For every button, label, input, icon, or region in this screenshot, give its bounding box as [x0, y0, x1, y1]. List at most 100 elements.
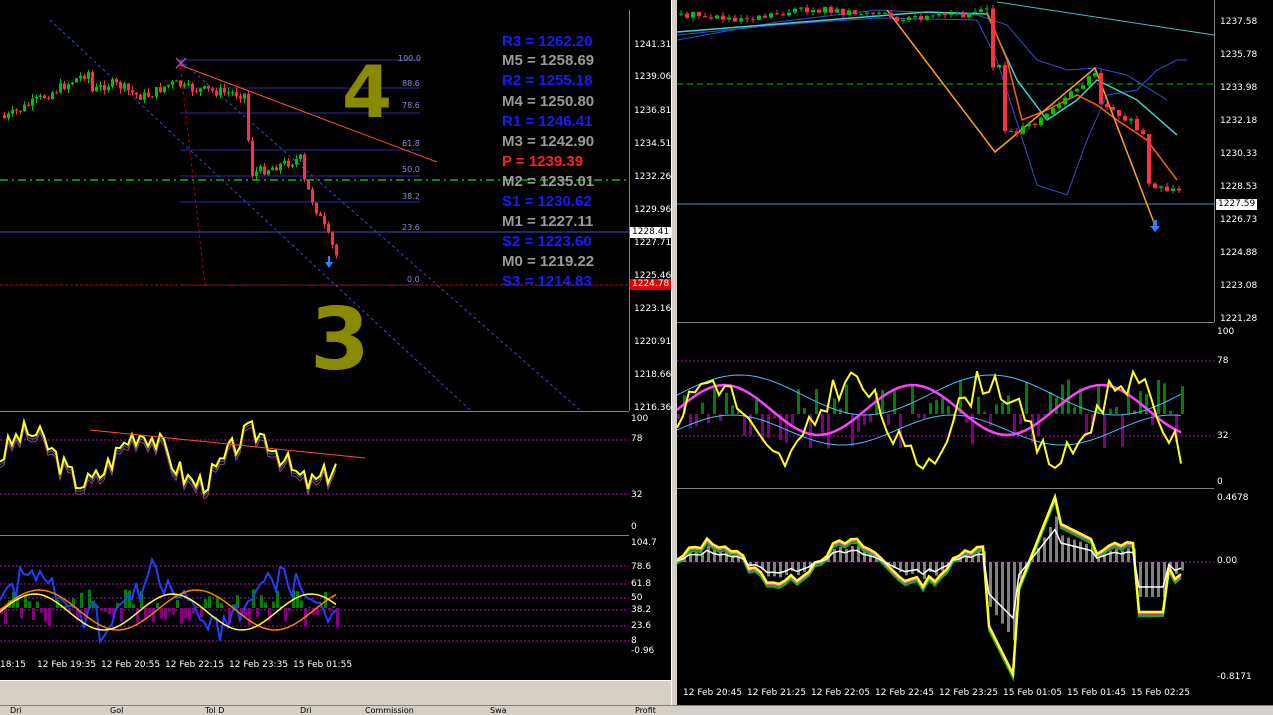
- price-label: 1241.31: [634, 40, 671, 50]
- current-price-tag: 1227.59: [1216, 199, 1257, 210]
- candle: [315, 203, 318, 214]
- macd-line: [677, 497, 1181, 674]
- histogram-bar: [935, 562, 938, 576]
- column-header[interactable]: Tol D: [205, 706, 224, 715]
- candle: [23, 105, 26, 111]
- candle: [793, 9, 797, 13]
- left-horizontal-scrollbar[interactable]: [0, 680, 671, 705]
- histogram-bar: [1175, 562, 1178, 574]
- histogram-bar: [328, 608, 331, 611]
- histogram-bar: [160, 608, 163, 619]
- candle: [59, 83, 62, 92]
- candle: [763, 16, 767, 18]
- candle: [901, 20, 905, 21]
- candle: [43, 95, 46, 98]
- histogram-bar: [1037, 414, 1040, 436]
- candle: [1153, 184, 1157, 188]
- candle: [211, 89, 214, 91]
- pivot-m4: M4 = 1250.80: [502, 93, 594, 110]
- histogram-bar: [1079, 542, 1082, 562]
- histogram-bar: [935, 400, 938, 414]
- osc2-label: -0.96: [631, 646, 654, 656]
- histogram-bar: [911, 562, 914, 574]
- histogram-bar: [284, 608, 287, 621]
- column-header[interactable]: Gol: [110, 706, 123, 715]
- histogram-bar: [48, 608, 51, 626]
- osc2-label: 8: [631, 636, 637, 646]
- price-label: 1223.08: [1220, 281, 1257, 291]
- histogram-bar: [821, 414, 824, 434]
- histogram-bar: [1007, 562, 1010, 632]
- fib-label-61: 61.8: [402, 139, 420, 148]
- histogram-bar: [857, 546, 860, 562]
- price-label: 1221.28: [1220, 314, 1257, 324]
- column-header[interactable]: Dri: [10, 706, 22, 715]
- left-chart-window[interactable]: R3 = 1262.20 M5 = 1258.69 R2 = 1255.18 M…: [0, 0, 671, 705]
- pivot-m1: M1 = 1227.11: [502, 213, 593, 230]
- candle: [1051, 108, 1055, 114]
- signal-line: [677, 530, 1181, 619]
- candle: [91, 72, 94, 91]
- candle: [721, 16, 725, 20]
- histogram-bar: [1127, 548, 1130, 562]
- candle: [883, 13, 887, 14]
- candle: [1069, 91, 1073, 97]
- histogram-bar: [977, 552, 980, 562]
- candle: [895, 17, 899, 21]
- candle: [1027, 124, 1031, 126]
- histogram-bar: [791, 414, 794, 424]
- histogram-bar: [24, 596, 27, 608]
- histogram-bar: [803, 408, 806, 414]
- blue-arrow-icon: [1150, 220, 1160, 232]
- candle: [191, 84, 194, 92]
- histogram-bar: [1169, 411, 1172, 414]
- candle: [751, 19, 755, 20]
- histogram-bar: [983, 412, 986, 414]
- candle: [171, 81, 174, 84]
- candle: [127, 83, 130, 90]
- column-header[interactable]: Profit: [635, 706, 656, 715]
- column-header[interactable]: Commission: [365, 706, 414, 715]
- candle: [823, 7, 827, 13]
- histogram-bar: [260, 595, 263, 608]
- stochastic-line: [0, 421, 336, 493]
- price-label: 1237.58: [1220, 17, 1257, 27]
- price-label: 1228.53: [1220, 182, 1257, 192]
- osc2-label: 78.6: [631, 562, 651, 572]
- pivot-r2: R2 = 1255.18: [502, 72, 593, 89]
- candle: [291, 165, 294, 167]
- osc2-label: 38.2: [631, 605, 651, 615]
- price-label: 1224.88: [1220, 248, 1257, 258]
- candle: [1123, 116, 1127, 121]
- histogram-bar: [1181, 562, 1184, 570]
- osc2-label: 50: [631, 593, 642, 603]
- osc2-label: 0.4678: [1217, 493, 1249, 503]
- histogram-bar: [923, 562, 926, 579]
- histogram-bar: [168, 608, 171, 612]
- histogram-bar: [701, 402, 704, 414]
- right-chart-window[interactable]: 1237.58 1235.78 1233.98 1232.18 1230.33 …: [677, 0, 1273, 705]
- histogram-bar: [1001, 402, 1004, 414]
- histogram-bar: [44, 608, 47, 622]
- candle: [311, 189, 314, 202]
- histogram-bar: [833, 398, 836, 414]
- histogram-bar: [995, 562, 998, 615]
- pivot-s3: S3 = 1214.83: [502, 273, 592, 290]
- osc2-label: 61.8: [631, 579, 651, 589]
- pivot-p: P = 1239.39: [502, 153, 583, 170]
- candle: [1171, 189, 1175, 191]
- column-header[interactable]: Swa: [490, 706, 507, 715]
- candle: [691, 12, 695, 18]
- histogram-bar: [300, 600, 303, 608]
- candle: [1159, 187, 1163, 188]
- candle: [1099, 73, 1103, 104]
- candle: [255, 171, 258, 175]
- histogram-bar: [881, 390, 884, 414]
- candle: [83, 76, 86, 79]
- candle: [275, 167, 278, 170]
- fib-label-78: 78.6: [402, 101, 420, 110]
- column-header[interactable]: Dri: [300, 706, 312, 715]
- pivot-m0: M0 = 1219.22: [502, 253, 594, 270]
- osc1-label: 32: [631, 490, 642, 500]
- candle: [745, 18, 749, 19]
